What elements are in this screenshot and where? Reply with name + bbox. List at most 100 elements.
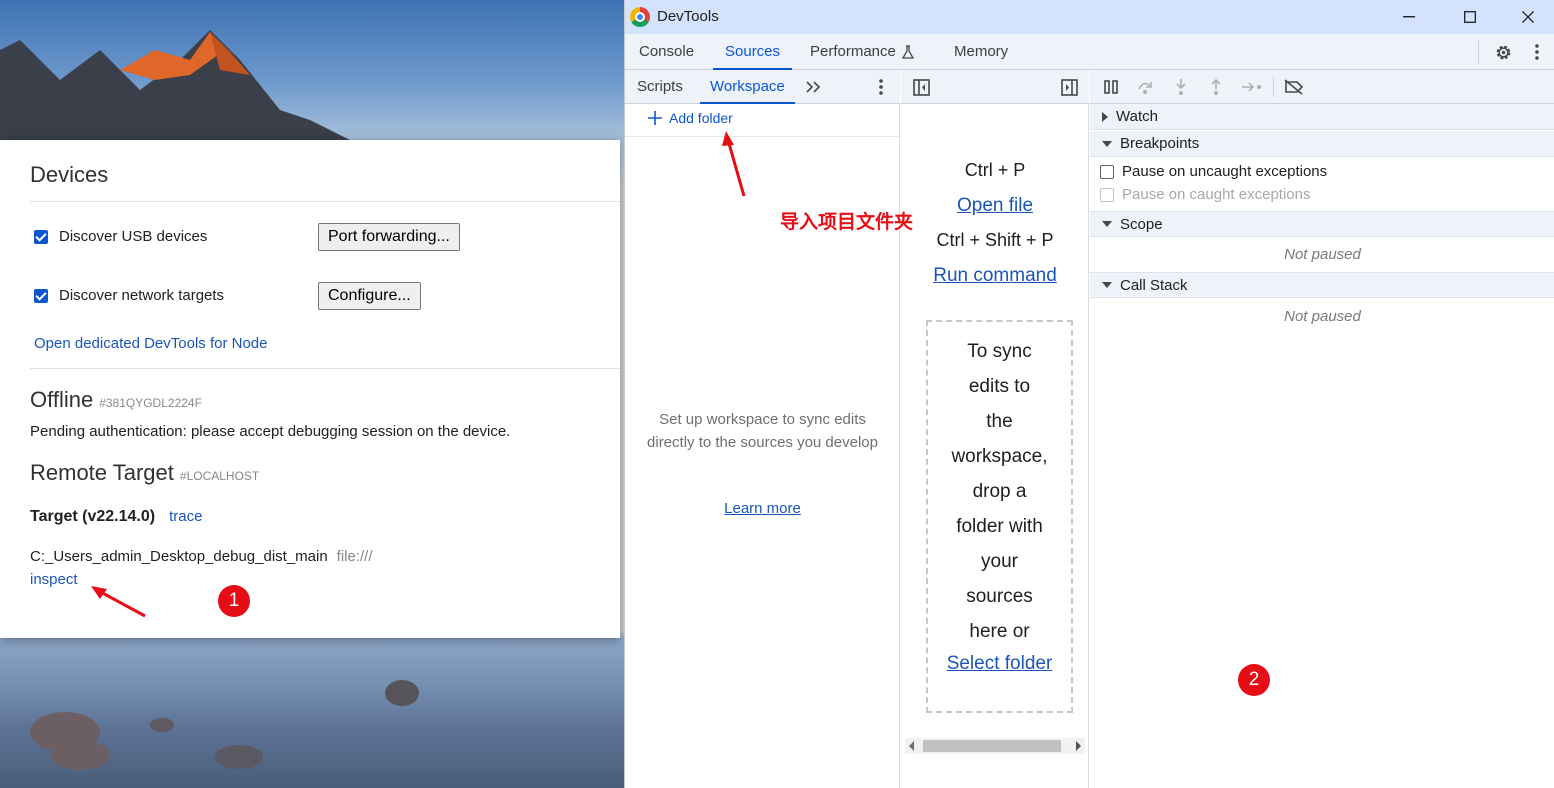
pause-uncaught-label: Pause on uncaught exceptions xyxy=(1122,163,1328,180)
trace-link[interactable]: trace xyxy=(169,508,202,525)
drop-line: edits to xyxy=(968,376,1031,397)
debugger-sidebar: Watch Breakpoints Pause on uncaught exce… xyxy=(1090,70,1554,788)
step-button[interactable] xyxy=(1240,77,1264,97)
scope-section-header[interactable]: Scope xyxy=(1090,211,1554,237)
kebab-menu-icon xyxy=(879,79,883,95)
title-bar: DevTools xyxy=(625,0,1554,34)
pause-uncaught-checkbox[interactable] xyxy=(1100,164,1114,179)
step-icon xyxy=(1242,82,1261,92)
chrome-logo-icon xyxy=(630,7,650,27)
step-into-icon xyxy=(1176,79,1186,95)
horizontal-scrollbar[interactable] xyxy=(905,738,1085,754)
editor-toolbar xyxy=(901,70,1089,104)
tab-memory[interactable]: Memory xyxy=(954,34,1008,69)
drop-line: here or xyxy=(969,621,1030,642)
drop-line: the xyxy=(986,411,1013,432)
tab-sources[interactable]: Sources xyxy=(712,34,793,70)
navigator-menu-button[interactable] xyxy=(871,77,891,97)
remote-target-title: Remote Target xyxy=(30,460,174,485)
plus-icon xyxy=(648,111,662,125)
settings-button[interactable] xyxy=(1491,41,1515,63)
run-command-row: Run command xyxy=(901,265,1089,287)
sidebar-left-icon xyxy=(912,78,930,96)
debugger-toolbar xyxy=(1090,70,1554,104)
scroll-left-icon xyxy=(909,741,914,751)
port-forwarding-button[interactable]: Port forwarding... xyxy=(318,223,460,251)
target-path-row: C:_Users_admin_Desktop_debug_dist_main f… xyxy=(30,548,373,565)
close-button[interactable] xyxy=(1505,0,1551,34)
step-out-button[interactable] xyxy=(1205,77,1227,97)
step-into-button[interactable] xyxy=(1170,77,1192,97)
mountain-image xyxy=(0,30,400,150)
rock xyxy=(150,718,174,732)
collapse-arrow-icon xyxy=(1102,140,1112,147)
pause-icon xyxy=(1104,80,1118,94)
step-over-button[interactable] xyxy=(1134,77,1156,97)
annotation-badge-2: 2 xyxy=(1238,664,1270,696)
breakpoint-off-icon xyxy=(1284,79,1304,95)
tab-performance-label: Performance xyxy=(810,43,896,60)
call-stack-section-header[interactable]: Call Stack xyxy=(1090,272,1554,298)
collapse-arrow-icon xyxy=(1102,221,1112,227)
collapse-arrow-icon xyxy=(1102,282,1112,288)
minimize-button[interactable] xyxy=(1386,0,1432,34)
maximize-icon xyxy=(1464,11,1476,23)
add-folder-button[interactable]: Add folder xyxy=(647,110,733,126)
open-file-link[interactable]: Open file xyxy=(957,195,1033,216)
discover-usb-label: Discover USB devices xyxy=(59,228,208,245)
tab-scripts[interactable]: Scripts xyxy=(637,70,683,103)
scope-status: Not paused xyxy=(1284,246,1361,263)
watch-section-header[interactable]: Watch xyxy=(1090,104,1554,130)
breakpoints-section-header[interactable]: Breakpoints xyxy=(1090,131,1554,157)
discover-usb-row: Discover USB devices xyxy=(34,228,207,245)
add-folder-label: Add folder xyxy=(669,110,733,126)
discover-usb-checkbox[interactable] xyxy=(34,229,48,244)
run-command-link[interactable]: Run command xyxy=(933,265,1057,286)
navigator-pane: Scripts Workspace Add folder Set up work… xyxy=(625,70,900,788)
select-folder-link[interactable]: Select folder xyxy=(928,653,1071,675)
offline-heading: Offline #381QYGDL2224F xyxy=(30,387,202,413)
learn-more-link[interactable]: Learn more xyxy=(724,500,801,517)
tab-console[interactable]: Console xyxy=(639,34,694,69)
rock xyxy=(215,745,263,769)
toolbar-divider xyxy=(1273,77,1274,97)
tab-workspace[interactable]: Workspace xyxy=(700,70,795,104)
target-row: Target (v22.14.0) trace xyxy=(30,508,202,526)
watch-label: Watch xyxy=(1116,108,1158,125)
maximize-button[interactable] xyxy=(1447,0,1493,34)
discover-network-row: Discover network targets xyxy=(34,287,224,304)
divider xyxy=(30,368,620,369)
call-stack-status: Not paused xyxy=(1284,308,1361,325)
deactivate-breakpoints-button[interactable] xyxy=(1282,77,1306,97)
scrollbar-thumb[interactable] xyxy=(923,740,1061,752)
target-name: Target (v22.14.0) xyxy=(30,508,156,525)
configure-button[interactable]: Configure... xyxy=(318,282,421,310)
learn-more-row: Learn more xyxy=(625,500,900,517)
drop-line: To sync xyxy=(967,341,1032,362)
folder-drop-zone[interactable]: To sync edits to the workspace, drop a f… xyxy=(926,320,1073,713)
node-devtools-link[interactable]: Open dedicated DevTools for Node xyxy=(34,335,267,352)
main-tab-bar: Console Sources Performance Memory xyxy=(625,34,1554,70)
close-icon xyxy=(1522,11,1534,23)
tab-performance[interactable]: Performance xyxy=(810,34,915,69)
step-out-icon xyxy=(1211,78,1221,95)
drop-line: sources xyxy=(966,586,1033,607)
expand-arrow-icon xyxy=(1102,111,1108,122)
discover-network-checkbox[interactable] xyxy=(34,288,48,303)
scroll-right-icon xyxy=(1076,741,1081,751)
divider xyxy=(625,136,900,137)
pause-caught-checkbox xyxy=(1100,187,1114,202)
toggle-debugger-button[interactable] xyxy=(1059,77,1079,97)
more-tabs-button[interactable] xyxy=(803,77,823,97)
window-title: DevTools xyxy=(657,8,719,25)
pause-button[interactable] xyxy=(1100,77,1122,97)
drop-line: your xyxy=(981,551,1018,572)
command-menu-shortcut: Ctrl + Shift + P xyxy=(936,230,1054,250)
inspect-devices-panel: Devices Discover USB devices Port forwar… xyxy=(0,140,620,638)
pause-uncaught-row[interactable]: Pause on uncaught exceptions xyxy=(1100,163,1327,180)
more-options-button[interactable] xyxy=(1527,41,1547,63)
annotation-arrow-add-folder xyxy=(722,131,746,197)
toggle-navigator-button[interactable] xyxy=(911,77,931,97)
pending-auth-text: Pending authentication: please accept de… xyxy=(30,423,511,440)
inspect-link[interactable]: inspect xyxy=(30,571,78,588)
